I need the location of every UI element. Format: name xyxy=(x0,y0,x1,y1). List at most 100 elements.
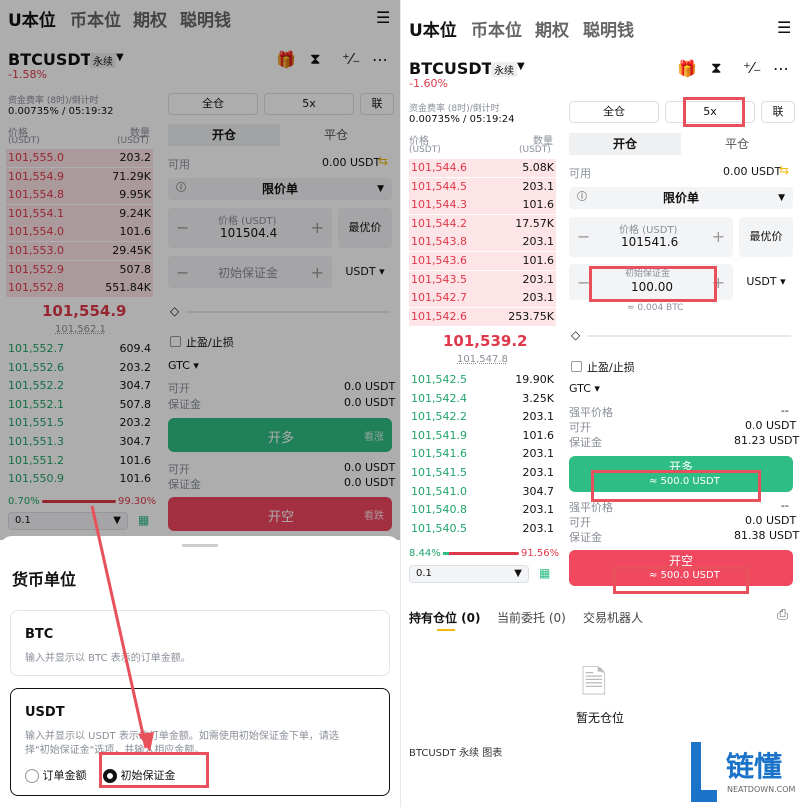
liq-label-2: 强平价格 xyxy=(569,501,613,514)
close-tab[interactable]: 平仓 xyxy=(681,133,793,155)
bid-row[interactable]: 101,542.4 3.25K xyxy=(409,390,556,408)
plus-icon-2[interactable]: + xyxy=(712,273,725,292)
bid-row[interactable]: 101,542.2 203.1 xyxy=(409,408,556,426)
row-qty: 5.08K xyxy=(522,161,554,174)
row-price: 101,543.5 xyxy=(411,272,467,286)
unit-select[interactable]: USDT ▾ xyxy=(739,264,793,300)
tpsl-label: 止盈/止损 xyxy=(587,361,635,374)
ask-row[interactable]: 101,544.6 5.08K xyxy=(409,159,556,177)
price-input[interactable]: − 价格 (USDT) 101541.6 + xyxy=(569,217,733,257)
watermark-cn: 链懂 xyxy=(726,750,783,783)
margin-value-2: 81.38 USDT xyxy=(734,529,800,542)
layout-icon[interactable]: ▦ xyxy=(539,566,550,580)
tif-select[interactable]: GTC ▾ xyxy=(569,382,600,395)
row-price: 101,542.6 xyxy=(411,309,467,323)
precision-select[interactable]: 0.1 ▼ xyxy=(409,565,529,583)
bid-row[interactable]: 101,541.5 203.1 xyxy=(409,464,556,482)
slider-track[interactable] xyxy=(587,335,791,337)
dropdown-icon[interactable]: ▼ xyxy=(517,61,525,72)
nav-tab-coin[interactable]: 币本位 xyxy=(471,16,522,41)
gift-icon[interactable]: 🎁 xyxy=(677,59,697,78)
close-tab-label: 平仓 xyxy=(724,137,749,151)
tif-label: GTC xyxy=(569,382,591,395)
tab-open-orders[interactable]: 当前委托 (0) xyxy=(497,609,566,626)
ratio-buy: 8.44% xyxy=(409,548,441,559)
ask-list: 101,544.6 5.08K 101,544.5 203.1 101,544.3 101… xyxy=(409,159,556,329)
link-button[interactable]: 联 xyxy=(761,101,795,123)
calc-icon[interactable]: ⁺⁄₋ xyxy=(743,59,761,77)
liq-value: -- xyxy=(781,404,789,417)
history-icon[interactable]: ⎙ xyxy=(777,607,788,623)
ask-row[interactable]: 101,543.8 203.1 xyxy=(409,233,556,252)
open-short-button[interactable]: 开空 ≈ 500.0 USDT xyxy=(569,550,793,586)
row-qty: 203.1 xyxy=(522,235,555,249)
ratio-bar-buy xyxy=(443,552,450,555)
margin-input[interactable]: − 初始保证金 100.00 + xyxy=(569,264,733,300)
row-qty: 19.90K xyxy=(515,373,554,386)
bid-row[interactable]: 101,541.9 101.6 xyxy=(409,427,556,445)
bid-row[interactable]: 101,541.0 304.7 xyxy=(409,483,556,501)
margin-label: 保证金 xyxy=(569,436,602,449)
ask-row[interactable]: 101,542.7 203.1 xyxy=(409,289,556,308)
margin-input-value: 100.00 xyxy=(631,280,673,294)
row-price: 101,541.5 xyxy=(411,466,467,479)
ob-unit-2: (USDT) xyxy=(519,145,551,155)
row-qty: 203.1 xyxy=(522,179,555,193)
ask-row[interactable]: 101,544.2 17.57K xyxy=(409,214,556,233)
more-icon[interactable]: ⋯ xyxy=(773,59,789,78)
ask-row[interactable]: 101,544.3 101.6 xyxy=(409,196,556,215)
nav-tab-smart[interactable]: 聪明钱 xyxy=(583,16,634,41)
info-icon: ⓘ xyxy=(577,192,587,203)
row-qty: 101.6 xyxy=(522,198,555,212)
row-price: 101,544.5 xyxy=(411,179,467,193)
ask-row[interactable]: 101,542.6 253.75K xyxy=(409,307,556,326)
ratio-sell: 91.56% xyxy=(521,548,560,559)
bid-row[interactable]: 101,541.6 203.1 xyxy=(409,445,556,463)
liq-label: 强平价格 xyxy=(569,406,613,419)
open-tab[interactable]: 开仓 xyxy=(569,133,681,155)
ask-row[interactable]: 101,543.6 101.6 xyxy=(409,252,556,270)
order-type-select[interactable]: 限价单 ⓘ ▼ xyxy=(569,187,793,209)
row-price: 101,542.4 xyxy=(411,391,467,405)
ask-row[interactable]: 101,543.5 203.1 xyxy=(409,270,556,289)
row-price: 101,541.0 xyxy=(411,484,467,498)
candle-icon[interactable]: ⧗ xyxy=(711,59,722,77)
empty-doc-icon: 🗎 xyxy=(581,663,607,701)
mark-price: 101,547.8 xyxy=(457,354,508,365)
tpsl-checkbox[interactable] xyxy=(571,361,582,372)
liq-value-2: -- xyxy=(781,499,789,512)
symbol[interactable]: BTCUSDT xyxy=(409,59,493,78)
slider-diamond-icon[interactable]: ◇ xyxy=(571,328,580,342)
row-qty: 203.1 xyxy=(522,447,555,461)
bid-row[interactable]: 101,540.8 203.1 xyxy=(409,501,556,519)
ob-unit: (USDT) xyxy=(409,145,441,155)
chevron-down-icon: ▼ xyxy=(778,193,785,203)
margin-value: 81.23 USDT xyxy=(734,434,800,447)
tab-bots[interactable]: 交易机器人 xyxy=(583,609,643,626)
minus-icon-2[interactable]: − xyxy=(577,273,590,292)
best-price-button[interactable]: 最优价 xyxy=(739,217,793,257)
nav-tab-options[interactable]: 期权 xyxy=(535,16,569,41)
avail-value: 0.00 USDT xyxy=(723,165,782,178)
row-price: 101,543.8 xyxy=(411,235,467,249)
open-tab-label: 开仓 xyxy=(612,137,637,151)
row-qty: 304.7 xyxy=(522,484,555,498)
ask-row[interactable]: 101,544.5 203.1 xyxy=(409,177,556,196)
menu-icon[interactable]: ☰ xyxy=(777,18,791,37)
minus-icon[interactable]: − xyxy=(577,227,590,246)
mid-price: 101,539.2 xyxy=(443,332,528,350)
leverage-button[interactable]: 5x xyxy=(665,101,755,123)
bid-row[interactable]: 101,540.5 203.1 xyxy=(409,520,556,538)
contract-badge: 永续 xyxy=(491,62,517,77)
margin-mode-button[interactable]: 全仓 xyxy=(569,101,659,123)
change: -1.60% xyxy=(409,77,448,90)
order-type-label: 限价单 xyxy=(662,191,699,205)
bid-row[interactable]: 101,542.5 19.90K xyxy=(409,371,556,389)
plus-icon[interactable]: + xyxy=(712,227,725,246)
row-price: 101,542.5 xyxy=(411,373,467,386)
transfer-icon[interactable]: ⇆ xyxy=(779,163,789,177)
open-long-button[interactable]: 开多 ≈ 500.0 USDT xyxy=(569,456,793,492)
tab-positions[interactable]: 持有仓位 (0) xyxy=(409,609,481,626)
row-price: 101,541.9 xyxy=(411,428,467,442)
nav-tab-u[interactable]: U本位 xyxy=(409,16,457,41)
